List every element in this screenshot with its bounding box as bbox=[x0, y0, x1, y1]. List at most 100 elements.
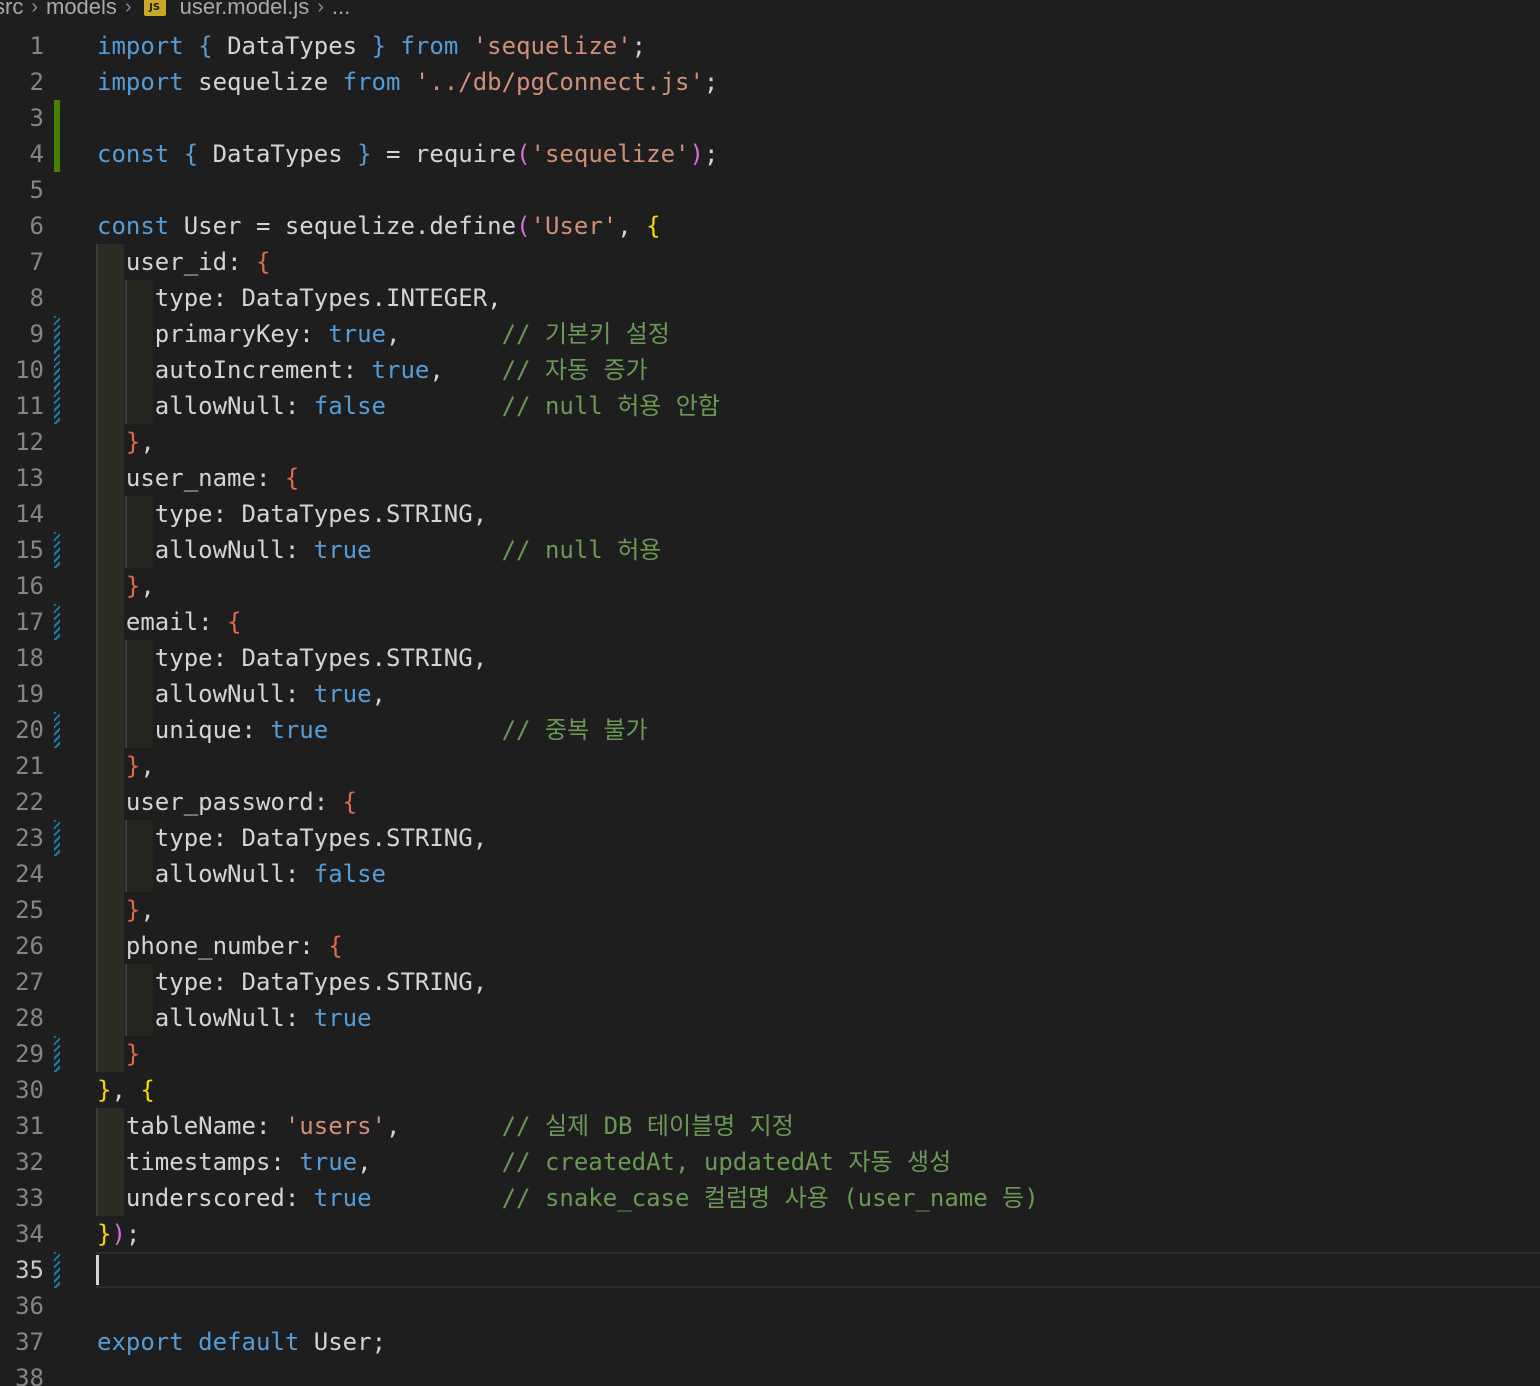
line-number: 15 bbox=[15, 536, 44, 564]
git-modified-marker[interactable] bbox=[54, 352, 60, 388]
code-line[interactable]: 13 user_name: { bbox=[0, 460, 1540, 496]
git-modified-marker[interactable] bbox=[54, 1036, 60, 1072]
breadcrumb-more[interactable]: ... bbox=[332, 0, 350, 20]
line-number: 14 bbox=[15, 500, 44, 528]
git-modified-marker[interactable] bbox=[54, 532, 60, 568]
line-number: 23 bbox=[15, 824, 44, 852]
code-line[interactable]: 35 bbox=[0, 1252, 1540, 1288]
line-number: 8 bbox=[29, 284, 44, 312]
line-number: 11 bbox=[15, 392, 44, 420]
code-line[interactable]: 32 timestamps: true, // createdAt, updat… bbox=[0, 1144, 1540, 1180]
line-number: 32 bbox=[15, 1148, 44, 1176]
code-line[interactable]: 26 phone_number: { bbox=[0, 928, 1540, 964]
breadcrumb: src › models › JS user.model.js › ... bbox=[0, 0, 350, 24]
breadcrumb-file[interactable]: user.model.js bbox=[180, 0, 310, 20]
line-number: 17 bbox=[15, 608, 44, 636]
code-line[interactable]: 20 unique: true // 중복 불가 bbox=[0, 712, 1540, 748]
code-line[interactable]: 6 const User = sequelize.define('User', { bbox=[0, 208, 1540, 244]
git-modified-marker[interactable] bbox=[54, 820, 60, 856]
line-number: 35 bbox=[15, 1256, 44, 1284]
code-text: }, { bbox=[97, 1076, 155, 1104]
javascript-file-icon: JS bbox=[143, 0, 166, 16]
line-number: 9 bbox=[29, 320, 44, 348]
code-line[interactable]: 8 type: DataTypes.INTEGER, bbox=[0, 280, 1540, 316]
code-line[interactable]: 15 allowNull: true // null 허용 bbox=[0, 532, 1540, 568]
code-editor[interactable]: 1 import { DataTypes } from 'sequelize'; 2… bbox=[0, 28, 1540, 1386]
code-line[interactable]: 36 bbox=[0, 1288, 1540, 1324]
code-text: const { DataTypes } = require('sequelize… bbox=[97, 140, 719, 168]
line-number: 31 bbox=[15, 1112, 44, 1140]
line-number: 7 bbox=[29, 248, 44, 276]
line-number: 19 bbox=[15, 680, 44, 708]
code-line[interactable]: 31 tableName: 'users', // 실제 DB 테이블명 지정 bbox=[0, 1108, 1540, 1144]
code-line[interactable]: 33 underscored: true // snake_case 컬럼명 사… bbox=[0, 1180, 1540, 1216]
code-line[interactable]: 37 export default User; bbox=[0, 1324, 1540, 1360]
code-text: type: DataTypes.STRING, bbox=[154, 644, 488, 672]
line-number: 24 bbox=[15, 860, 44, 888]
code-line[interactable]: 11 allowNull: false // null 허용 안함 bbox=[0, 388, 1540, 424]
code-line[interactable]: 4 const { DataTypes } = require('sequeliz… bbox=[0, 136, 1540, 172]
code-line[interactable]: 14 type: DataTypes.STRING, bbox=[0, 496, 1540, 532]
code-text: tableName: 'users', // 실제 DB 테이블명 지정 bbox=[125, 1112, 794, 1140]
line-number: 36 bbox=[15, 1292, 44, 1320]
git-modified-marker[interactable] bbox=[54, 316, 60, 352]
code-line[interactable]: 1 import { DataTypes } from 'sequelize'; bbox=[0, 28, 1540, 64]
code-line[interactable]: 18 type: DataTypes.STRING, bbox=[0, 640, 1540, 676]
code-line[interactable]: 22 user_password: { bbox=[0, 784, 1540, 820]
code-text: }, bbox=[125, 752, 155, 780]
git-modified-marker[interactable] bbox=[54, 1252, 60, 1288]
code-text: }, bbox=[125, 572, 155, 600]
line-number: 10 bbox=[15, 356, 44, 384]
line-number: 29 bbox=[15, 1040, 44, 1068]
breadcrumb-models[interactable]: models bbox=[46, 0, 117, 20]
git-modified-marker[interactable] bbox=[54, 712, 60, 748]
git-modified-marker[interactable] bbox=[54, 604, 60, 640]
code-line[interactable]: 19 allowNull: true, bbox=[0, 676, 1540, 712]
code-line[interactable]: 7 user_id: { bbox=[0, 244, 1540, 280]
code-line[interactable]: 34}); bbox=[0, 1216, 1540, 1252]
code-line[interactable]: 25 }, bbox=[0, 892, 1540, 928]
code-text: }, bbox=[125, 896, 155, 924]
line-number: 25 bbox=[15, 896, 44, 924]
code-line[interactable]: 38 bbox=[0, 1360, 1540, 1386]
code-line[interactable]: 23 type: DataTypes.STRING, bbox=[0, 820, 1540, 856]
code-line[interactable]: 27 type: DataTypes.STRING, bbox=[0, 964, 1540, 1000]
code-line[interactable]: 2 import sequelize from '../db/pgConnect.… bbox=[0, 64, 1540, 100]
code-text: allowNull: true bbox=[154, 1004, 372, 1032]
line-number: 4 bbox=[29, 140, 44, 168]
git-modified-marker[interactable] bbox=[54, 388, 60, 424]
code-text: user_id: { bbox=[125, 248, 271, 276]
code-line[interactable]: 10 autoIncrement: true, // 자동 증가 bbox=[0, 352, 1540, 388]
code-text: import sequelize from '../db/pgConnect.j… bbox=[97, 68, 719, 96]
code-line[interactable]: 5 bbox=[0, 172, 1540, 208]
line-number: 38 bbox=[15, 1364, 44, 1386]
line-number: 20 bbox=[15, 716, 44, 744]
line-number: 13 bbox=[15, 464, 44, 492]
line-number: 16 bbox=[15, 572, 44, 600]
code-text: export default User; bbox=[97, 1328, 387, 1356]
code-text: unique: true // 중복 불가 bbox=[154, 716, 648, 744]
code-line[interactable]: 24 allowNull: false bbox=[0, 856, 1540, 892]
code-line[interactable]: 29 } bbox=[0, 1036, 1540, 1072]
code-text: underscored: true // snake_case 컬럼명 사용 (… bbox=[125, 1184, 1039, 1212]
code-text: user_password: { bbox=[125, 788, 358, 816]
code-line[interactable]: 30 }, { bbox=[0, 1072, 1540, 1108]
code-line[interactable]: 9 primaryKey: true, // 기본키 설정 bbox=[0, 316, 1540, 352]
code-line[interactable]: 12 }, bbox=[0, 424, 1540, 460]
code-line[interactable]: 3 bbox=[0, 100, 1540, 136]
breadcrumb-src[interactable]: src bbox=[0, 0, 23, 20]
line-number: 26 bbox=[15, 932, 44, 960]
line-number: 27 bbox=[15, 968, 44, 996]
git-added-marker[interactable] bbox=[54, 100, 60, 136]
code-line[interactable]: 28 allowNull: true bbox=[0, 1000, 1540, 1036]
code-text: allowNull: false // null 허용 안함 bbox=[154, 392, 720, 420]
line-number: 30 bbox=[15, 1076, 44, 1104]
line-number: 12 bbox=[15, 428, 44, 456]
line-number: 33 bbox=[15, 1184, 44, 1212]
code-line[interactable]: 16 }, bbox=[0, 568, 1540, 604]
code-text: }); bbox=[97, 1220, 141, 1248]
code-line[interactable]: 21 }, bbox=[0, 748, 1540, 784]
code-line[interactable]: 17 email: { bbox=[0, 604, 1540, 640]
git-added-marker[interactable] bbox=[54, 136, 60, 172]
line-number: 6 bbox=[29, 212, 44, 240]
